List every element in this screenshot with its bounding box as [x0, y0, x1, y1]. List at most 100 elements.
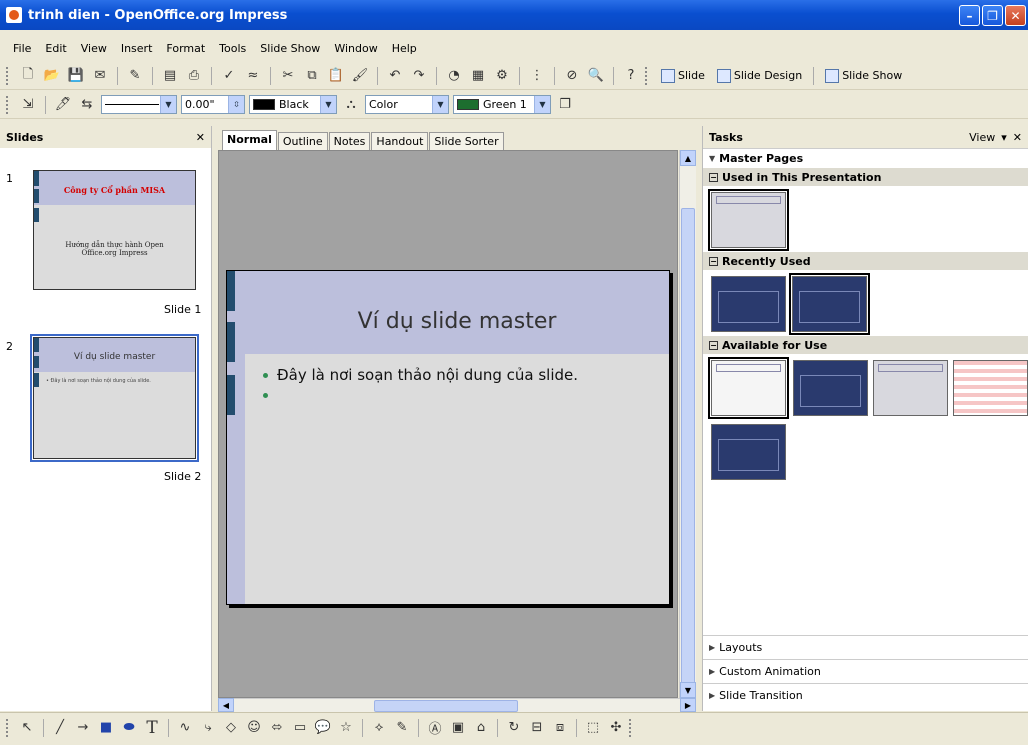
line-tool-icon[interactable]: ╱ — [50, 718, 70, 738]
curve-icon[interactable]: ∿ — [175, 718, 195, 738]
connector-icon[interactable]: ⤷ — [198, 718, 218, 738]
used-in-presentation-header[interactable]: − Used in This Presentation — [703, 168, 1028, 186]
menu-format[interactable]: Format — [159, 42, 212, 55]
master-page-thumbnail[interactable] — [789, 273, 870, 335]
toolbar-grip[interactable] — [6, 66, 10, 85]
tab-notes[interactable]: Notes — [328, 132, 371, 150]
shadow-icon[interactable]: ❐ — [555, 95, 575, 115]
scroll-down-icon[interactable]: ▼ — [680, 682, 696, 698]
print-icon[interactable]: ⎙ — [184, 66, 204, 86]
text-tool-icon[interactable]: T — [142, 718, 162, 738]
slide-thumbnail-1[interactable]: Công ty Cổ phần MISA Hướng dẫn thực hành… — [33, 170, 196, 290]
slide-design-button[interactable]: Slide Design — [713, 68, 806, 83]
select-pointer-icon[interactable]: ↖ — [17, 718, 37, 738]
grid-icon[interactable]: ⋮ — [527, 66, 547, 86]
menu-view[interactable]: View — [74, 42, 114, 55]
tasks-view-menu[interactable]: View — [969, 131, 995, 144]
tab-handout[interactable]: Handout — [371, 132, 429, 150]
slide-title[interactable]: Ví dụ slide master — [245, 309, 669, 334]
stars-icon[interactable]: ☆ — [336, 718, 356, 738]
email-icon[interactable]: ✉ — [90, 66, 110, 86]
menu-help[interactable]: Help — [385, 42, 424, 55]
save-icon[interactable]: 💾 — [66, 66, 86, 86]
rectangle-icon[interactable]: ■ — [96, 718, 116, 738]
cut-icon[interactable]: ✂ — [278, 66, 298, 86]
master-pages-section[interactable]: ▼ Master Pages — [703, 148, 1028, 168]
area-fill-icon[interactable]: ⛬ — [341, 95, 361, 115]
chevron-down-icon[interactable]: ▾ — [1001, 131, 1007, 144]
tab-normal[interactable]: Normal — [222, 130, 277, 150]
styles-icon[interactable]: ⇲ — [18, 95, 38, 115]
toolbar-grip[interactable] — [6, 718, 10, 737]
restore-button[interactable]: ❐ — [982, 5, 1003, 26]
horizontal-scrollbar[interactable]: ◀ ▶ — [218, 698, 696, 712]
insert-image-icon[interactable]: ▣ — [448, 718, 468, 738]
master-page-thumbnail[interactable] — [793, 360, 868, 416]
line-color-select[interactable]: Black ▼ — [249, 95, 337, 114]
custom-animation-section[interactable]: ▶ Custom Animation — [703, 659, 1028, 683]
menu-insert[interactable]: Insert — [114, 42, 160, 55]
menu-slide-show[interactable]: Slide Show — [253, 42, 327, 55]
arrow-style-icon[interactable]: ⇆ — [77, 95, 97, 115]
tab-outline[interactable]: Outline — [277, 132, 328, 150]
paste-icon[interactable]: 📋 — [326, 66, 346, 86]
master-page-thumbnail[interactable] — [711, 276, 786, 332]
scroll-left-icon[interactable]: ◀ — [218, 698, 234, 712]
table-icon[interactable]: ▦ — [468, 66, 488, 86]
symbol-shapes-icon[interactable]: ☺ — [244, 718, 264, 738]
toolbar-grip[interactable] — [645, 66, 649, 85]
slide-show-button[interactable]: Slide Show — [821, 68, 906, 83]
current-slide[interactable]: Ví dụ slide master Đây là nơi soạn thảo … — [226, 270, 670, 605]
open-folder-icon[interactable]: 📂 — [42, 66, 62, 86]
arrow-line-icon[interactable]: → — [73, 718, 93, 738]
master-page-thumbnail[interactable] — [708, 189, 789, 251]
effects-icon[interactable]: ✣ — [606, 718, 626, 738]
scroll-up-icon[interactable]: ▲ — [680, 150, 696, 166]
slide-canvas[interactable]: Ví dụ slide master Đây là nơi soạn thảo … — [218, 150, 678, 698]
new-document-icon[interactable]: 🗋 — [18, 66, 38, 86]
navigator-icon[interactable]: ⚙ — [492, 66, 512, 86]
line-style-select[interactable]: ▼ — [101, 95, 177, 114]
new-slide-button[interactable]: Slide — [657, 68, 709, 83]
line-width-field[interactable]: 0.00" ⇳ — [181, 95, 245, 114]
recently-used-header[interactable]: − Recently Used — [703, 252, 1028, 270]
toolbar-grip[interactable] — [629, 718, 633, 737]
slide-thumbnail-2[interactable]: Ví dụ slide master • Đây là nơi soạn thả… — [30, 334, 199, 462]
master-page-thumbnail[interactable] — [708, 357, 789, 419]
clone-format-icon[interactable]: 🖌 — [350, 66, 370, 86]
rotate-icon[interactable]: ↻ — [504, 718, 524, 738]
layouts-section[interactable]: ▶ Layouts — [703, 635, 1028, 659]
ellipse-icon[interactable]: ⬬ — [119, 718, 139, 738]
export-pdf-icon[interactable]: ▤ — [160, 66, 180, 86]
master-page-thumbnail[interactable] — [711, 424, 786, 480]
close-button[interactable]: ✕ — [1005, 5, 1026, 26]
callouts-icon[interactable]: 💬 — [313, 718, 333, 738]
arrange-icon[interactable]: ⧈ — [550, 718, 570, 738]
scroll-right-icon[interactable]: ▶ — [680, 698, 696, 712]
edit-file-icon[interactable]: ✎ — [125, 66, 145, 86]
gallery-icon[interactable]: ⌂ — [471, 718, 491, 738]
undo-icon[interactable]: ↶ — [385, 66, 405, 86]
minimize-button[interactable]: – — [959, 5, 980, 26]
redo-icon[interactable]: ↷ — [409, 66, 429, 86]
scroll-thumb[interactable] — [374, 700, 518, 712]
master-page-thumbnail[interactable] — [873, 360, 948, 416]
menu-file[interactable]: File — [6, 42, 38, 55]
close-icon[interactable]: ✕ — [196, 131, 205, 144]
scroll-thumb[interactable] — [681, 208, 695, 688]
area-style-select[interactable]: Color ▼ — [365, 95, 449, 114]
slide-body[interactable]: Đây là nơi soạn thảo nội dung của slide. — [263, 365, 578, 405]
copy-icon[interactable]: ⧉ — [302, 66, 322, 86]
slide-transition-section[interactable]: ▶ Slide Transition — [703, 683, 1028, 707]
menu-edit[interactable]: Edit — [38, 42, 73, 55]
points-icon[interactable]: ⟡ — [369, 718, 389, 738]
glue-points-icon[interactable]: ✎ — [392, 718, 412, 738]
close-icon[interactable]: ✕ — [1013, 131, 1022, 144]
tab-slide-sorter[interactable]: Slide Sorter — [429, 132, 504, 150]
available-for-use-header[interactable]: − Available for Use — [703, 336, 1028, 354]
menu-window[interactable]: Window — [327, 42, 384, 55]
area-color-select[interactable]: Green 1 ▼ — [453, 95, 551, 114]
master-page-thumbnail[interactable] — [953, 360, 1028, 416]
chart-icon[interactable]: ◔ — [444, 66, 464, 86]
spellcheck-icon[interactable]: ✓ — [219, 66, 239, 86]
